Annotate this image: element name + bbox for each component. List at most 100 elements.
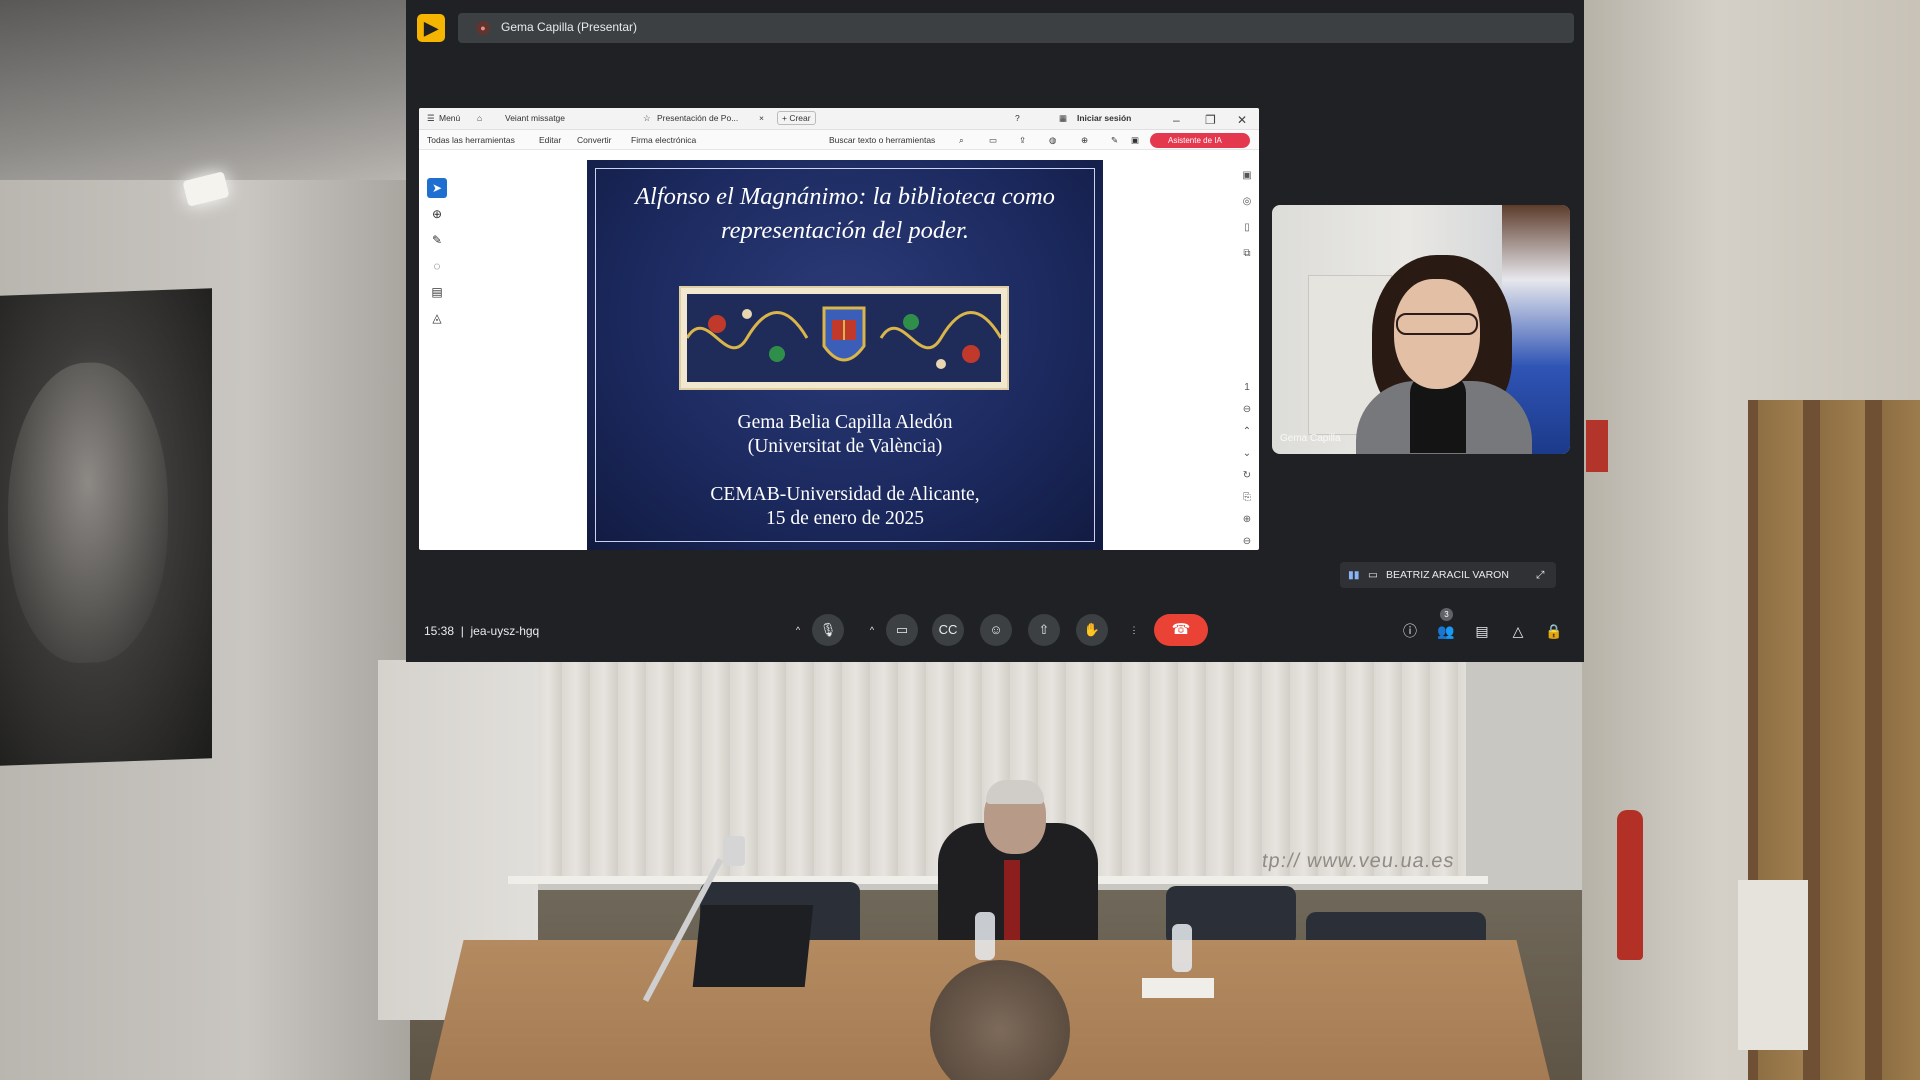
meeting-code: jea-uysz-hgq — [470, 624, 540, 638]
esign-menu[interactable]: Firma electrónica — [631, 135, 696, 145]
help-icon[interactable]: ? — [1015, 113, 1020, 123]
zoom-tool-icon[interactable]: ⊕ — [427, 204, 447, 224]
meeting-time-code: 15:38 | jea-uysz-hgq — [424, 624, 539, 638]
fit-page-icon[interactable]: ⎘ — [1239, 490, 1255, 506]
nameplate — [1142, 978, 1214, 998]
stamp-tool-icon[interactable]: ◬ — [427, 308, 447, 328]
audio-level-icon: ▮▮ — [1348, 569, 1360, 581]
more-options-icon[interactable]: ⋮ — [1126, 614, 1142, 646]
presentation-banner: ● Gema Capilla (Presentar) — [458, 13, 1574, 43]
speaker-hair — [986, 780, 1044, 804]
ai-assistant-button[interactable]: Asistente de IA — [1150, 133, 1250, 148]
chat-icon[interactable]: ▤ — [1472, 621, 1492, 641]
globe-icon[interactable]: ◍ — [1049, 135, 1056, 146]
tab-home[interactable]: Veiant missatge — [505, 113, 565, 123]
participant-video-tile[interactable]: Gema Capilla — [1272, 205, 1570, 454]
presentation-slide: Alfonso el Magnánimo: la biblioteca como… — [587, 160, 1103, 550]
camera-toggle-icon[interactable]: ▭ — [886, 614, 918, 646]
attachment-icon[interactable]: ◎ — [1239, 194, 1255, 210]
select-tool-icon[interactable]: ➤ — [427, 178, 447, 198]
page-down-icon[interactable]: ⌄ — [1239, 446, 1255, 462]
lasso-tool-icon[interactable]: ◌ — [427, 256, 447, 276]
projected-meet-window: ▶ ● Gema Capilla (Presentar) ☰ Menú ⌂ Ve… — [406, 0, 1584, 662]
water-bottle — [1172, 924, 1192, 972]
new-tab-button[interactable]: + Crear — [777, 111, 816, 125]
illuminated-miniature — [679, 286, 1009, 390]
present-screen-icon[interactable]: ⇧ — [1028, 614, 1060, 646]
comment-icon[interactable]: ▣ — [1239, 168, 1255, 184]
link-icon[interactable]: ✎ — [1111, 135, 1118, 146]
slide-author: Gema Belia Capilla Aledón — [737, 412, 953, 433]
meeting-info-icon[interactable]: ⓘ — [1400, 621, 1420, 641]
tab-document[interactable]: Presentación de Po... — [657, 113, 738, 123]
upload-icon[interactable]: ⇪ — [1019, 135, 1026, 146]
ceiling — [0, 0, 410, 180]
text-box-icon[interactable]: ▤ — [427, 282, 447, 302]
meeting-time: 15:38 — [424, 624, 455, 638]
search-icon[interactable]: ⌕ — [959, 135, 964, 146]
fire-alarm — [1586, 420, 1608, 472]
host-controls-icon[interactable]: 🔒 — [1544, 621, 1564, 641]
pages-icon[interactable]: ⧉ — [1239, 246, 1255, 262]
camera-options-chevron-icon[interactable]: ^ — [864, 614, 880, 646]
microphone-icon[interactable]: 🎙 — [812, 614, 844, 646]
slide-title: Alfonso el Magnánimo: la biblioteca como… — [587, 180, 1103, 248]
menu-icon[interactable]: ☰ — [427, 113, 435, 124]
home-icon[interactable]: ⌂ — [477, 113, 482, 123]
water-bottle — [975, 912, 995, 960]
page-count-icon[interactable]: ⊖ — [1239, 402, 1255, 418]
edit-menu[interactable]: Editar — [539, 135, 561, 145]
maximize-icon[interactable]: ❐ — [1205, 113, 1216, 127]
participant-glasses — [1396, 313, 1478, 335]
emoji-icon[interactable]: ☺ — [980, 614, 1012, 646]
page-up-icon[interactable]: ⌃ — [1239, 424, 1255, 440]
slide-affiliation: (Universitat de València) — [747, 436, 943, 457]
pdf-titlebar: ☰ Menú ⌂ Veiant missatge ☆ Presentación … — [419, 108, 1259, 130]
slide-date: 15 de enero de 2025 — [765, 508, 925, 529]
close-tab-icon[interactable]: × — [759, 113, 764, 123]
activities-icon[interactable]: △ — [1508, 621, 1528, 641]
page-number-icon[interactable]: 1 — [1239, 380, 1255, 396]
separator: | — [457, 624, 468, 638]
close-window-icon[interactable]: ✕ — [1237, 113, 1247, 127]
laptop — [692, 905, 814, 987]
left-toolbar: ➤ ⊕ ✎ ◌ ▤ ◬ — [427, 178, 449, 448]
participant-count-badge: 3 — [1440, 608, 1453, 621]
expand-icon[interactable]: ⤢ — [1536, 569, 1544, 582]
sign-in-link[interactable]: Iniciar sesión — [1077, 113, 1131, 123]
zoom-in-icon[interactable]: ⊕ — [1239, 512, 1255, 528]
star-icon[interactable]: ☆ — [643, 113, 651, 124]
slide-title-line-1: Alfonso el Magnánimo: la biblioteca como — [635, 183, 1055, 210]
speaker-tie — [1004, 860, 1020, 940]
share-icon[interactable]: ⊕ — [1081, 135, 1088, 146]
save-icon[interactable]: ▭ — [989, 135, 997, 146]
menu-label[interactable]: Menú — [439, 113, 460, 123]
portrait-poster — [0, 288, 212, 766]
captions-icon[interactable]: CC — [932, 614, 964, 646]
presenter-label: Gema Capilla (Presentar) — [501, 20, 638, 34]
mic-options-chevron-icon[interactable]: ^ — [790, 614, 806, 646]
miniature-artwork — [687, 294, 1001, 382]
participant-tile-name: Gema Capilla — [1280, 433, 1341, 444]
slide-venue: CEMAB-Universidad de Alicante, — [710, 484, 980, 505]
people-icon[interactable]: 👥 — [1436, 621, 1456, 641]
raise-hand-icon[interactable]: ✋ — [1076, 614, 1108, 646]
desk-lamp-shade — [723, 836, 745, 866]
zoom-out-icon[interactable]: ⊖ — [1239, 534, 1255, 550]
all-tools-menu[interactable]: Todas las herramientas — [427, 135, 515, 145]
pdf-toolbar: Todas las herramientas Editar Convertir … — [419, 130, 1259, 150]
rotate-icon[interactable]: ↻ — [1239, 468, 1255, 484]
end-call-button[interactable]: ☎ — [1154, 614, 1208, 646]
shared-screen: ☰ Menú ⌂ Veiant missatge ☆ Presentación … — [419, 108, 1259, 550]
bookmark-icon[interactable]: ▯ — [1239, 220, 1255, 236]
apps-icon[interactable]: ▦ — [1059, 113, 1067, 124]
pen-tool-icon[interactable]: ✎ — [427, 230, 447, 250]
search-tools-input[interactable]: Buscar texto o herramientas — [829, 135, 935, 145]
print-icon[interactable]: ▣ — [1131, 135, 1139, 146]
right-toolbar: ▣ ◎ ▯ ⧉ 1 ⊖ ⌃ ⌄ ↻ ⎘ ⊕ ⊖ — [1239, 168, 1257, 548]
minimize-icon[interactable]: – — [1173, 113, 1180, 127]
convert-menu[interactable]: Convertir — [577, 135, 611, 145]
portrait-face — [8, 359, 168, 666]
pinned-participant-chip[interactable]: ▮▮ ▭ BEATRIZ ARACIL VARON ⤢ — [1340, 562, 1556, 588]
meet-control-bar: 15:38 | jea-uysz-hgq ^ 🎙 ^ ▭ CC ☺ ⇧ ✋ ⋮ … — [406, 600, 1584, 660]
